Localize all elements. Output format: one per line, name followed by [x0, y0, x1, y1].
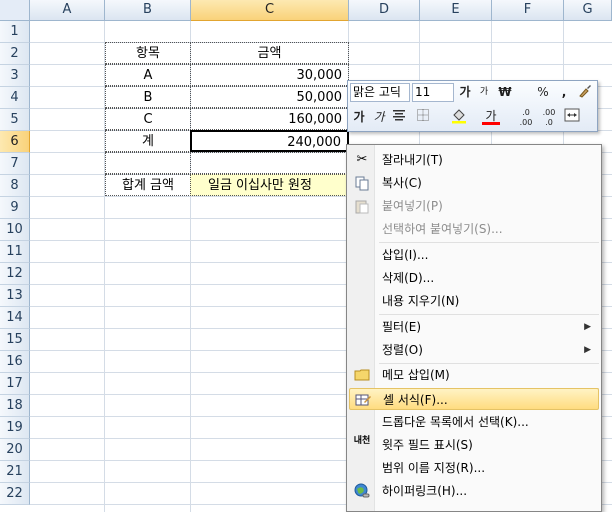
hyperlink-icon [353, 483, 371, 499]
menu-item-insert-comment[interactable]: 메모 삽입(M) [349, 364, 599, 386]
row-header-12[interactable]: 12 [0, 263, 30, 285]
menu-item-hyperlink[interactable]: 하이퍼링크(H)... [349, 480, 599, 502]
row-header-17[interactable]: 17 [0, 373, 30, 395]
cell-b3[interactable]: A [105, 64, 191, 86]
menu-item-define-name[interactable]: 범위 이름 지정(R)... [349, 457, 599, 479]
decrease-decimal-button[interactable]: .00 .0 [539, 108, 559, 127]
copy-icon [353, 175, 371, 191]
context-menu: ✂ 잘라내기(T) 복사(C) 붙여넣기(P) 선택하여 붙여넣기(S)... … [346, 144, 602, 512]
cell-b2[interactable]: 항목 [105, 42, 191, 64]
fill-color-icon[interactable] [450, 108, 468, 127]
row-header-3[interactable]: 3 [0, 65, 30, 87]
align-center-icon[interactable] [390, 108, 408, 127]
menu-item-phonetic-field[interactable]: 내천 윗주 필드 표시(S) [349, 434, 599, 456]
row-header-7[interactable]: 7 [0, 153, 30, 175]
font-name-box[interactable]: 맑은 고딕 [350, 83, 410, 102]
row-header-14[interactable]: 14 [0, 307, 30, 329]
submenu-arrow-icon: ▶ [584, 322, 591, 332]
format-cells-icon [354, 392, 372, 408]
row-header-20[interactable]: 20 [0, 439, 30, 461]
cell-b6[interactable]: 계 [105, 130, 191, 152]
menu-item-copy[interactable]: 복사(C) [349, 172, 599, 194]
row-header-1[interactable]: 1 [0, 21, 30, 43]
grow-font-button[interactable]: 가 [456, 83, 474, 102]
row-header-8[interactable]: 8 [0, 175, 30, 197]
column-header-g[interactable]: G [564, 0, 612, 21]
font-size-box[interactable]: 11 [412, 83, 454, 102]
cell-b7[interactable] [105, 152, 191, 174]
column-header-c[interactable]: C [191, 0, 349, 21]
row-header-11[interactable]: 11 [0, 241, 30, 263]
menu-item-paste-special[interactable]: 선택하여 붙여넣기(S)... [349, 218, 599, 240]
cell-c8[interactable]: 일금 이십사만 원정 [190, 174, 349, 196]
row-header-5[interactable]: 5 [0, 109, 30, 131]
cell-c3[interactable]: 30,000 [190, 64, 349, 86]
row-header-16[interactable]: 16 [0, 351, 30, 373]
phonetic-icon: 내천 [353, 436, 371, 446]
row-header-2[interactable]: 2 [0, 43, 30, 65]
borders-icon[interactable] [414, 108, 432, 127]
menu-separator [379, 314, 599, 315]
scissors-icon: ✂ [356, 152, 368, 167]
cell-b8[interactable]: 합계 금액 [105, 174, 191, 196]
row-header-21[interactable]: 21 [0, 461, 30, 483]
column-header-f[interactable]: F [492, 0, 564, 21]
menu-separator [379, 242, 599, 243]
menu-item-clear-contents[interactable]: 내용 지우기(N) [349, 290, 599, 312]
column-header-a[interactable]: A [30, 0, 105, 21]
paste-icon [353, 198, 371, 214]
column-header-b[interactable]: B [105, 0, 191, 21]
menu-item-filter[interactable]: 필터(E) ▶ [349, 316, 599, 338]
cell-b5[interactable]: C [105, 108, 191, 130]
cell-c7[interactable] [190, 152, 349, 174]
column-header-e[interactable]: E [420, 0, 492, 21]
menu-item-delete[interactable]: 삭제(D)... [349, 267, 599, 289]
currency-button[interactable]: ₩ [496, 83, 514, 102]
row-header-10[interactable]: 10 [0, 219, 30, 241]
bold-button[interactable]: 가 [350, 108, 368, 127]
row-header-9[interactable]: 9 [0, 197, 30, 219]
row-header-22[interactable]: 22 [0, 483, 30, 505]
select-all-corner[interactable] [0, 0, 30, 21]
cell-c6-active[interactable]: 240,000 [190, 130, 349, 152]
row-header-4[interactable]: 4 [0, 87, 30, 109]
cell-c5[interactable]: 160,000 [190, 108, 349, 130]
cell-c4[interactable]: 50,000 [190, 86, 349, 108]
column-header-d[interactable]: D [349, 0, 420, 21]
percent-button[interactable]: % [534, 83, 552, 102]
mini-toolbar: 맑은 고딕 11 가 가 ₩ % , 가 가 가 .0 .00 .00 .0 [347, 80, 598, 132]
font-color-button[interactable]: 가 [482, 107, 500, 125]
shrink-font-button[interactable]: 가 [475, 83, 493, 102]
cell-c2[interactable]: 금액 [190, 42, 349, 64]
comment-icon [353, 367, 371, 383]
row-header-18[interactable]: 18 [0, 395, 30, 417]
submenu-arrow-icon: ▶ [584, 345, 591, 355]
merge-center-icon[interactable] [563, 108, 581, 127]
comma-button[interactable]: , [555, 83, 573, 102]
cell-b4[interactable]: B [105, 86, 191, 108]
row-header-15[interactable]: 15 [0, 329, 30, 351]
menu-item-paste[interactable]: 붙여넣기(P) [349, 195, 599, 217]
italic-button[interactable]: 가 [370, 108, 388, 127]
menu-item-cut[interactable]: ✂ 잘라내기(T) [349, 149, 599, 171]
row-header-6[interactable]: 6 [0, 131, 30, 153]
menu-item-sort[interactable]: 정렬(O) ▶ [349, 339, 599, 361]
format-painter-icon[interactable] [576, 83, 594, 102]
row-header-13[interactable]: 13 [0, 285, 30, 307]
row-header-19[interactable]: 19 [0, 417, 30, 439]
increase-decimal-button[interactable]: .0 .00 [516, 108, 536, 127]
menu-item-format-cells[interactable]: 셀 서식(F)... [349, 388, 599, 410]
menu-item-insert[interactable]: 삽입(I)... [349, 244, 599, 266]
menu-item-pick-from-list[interactable]: 드롭다운 목록에서 선택(K)... [349, 411, 599, 433]
